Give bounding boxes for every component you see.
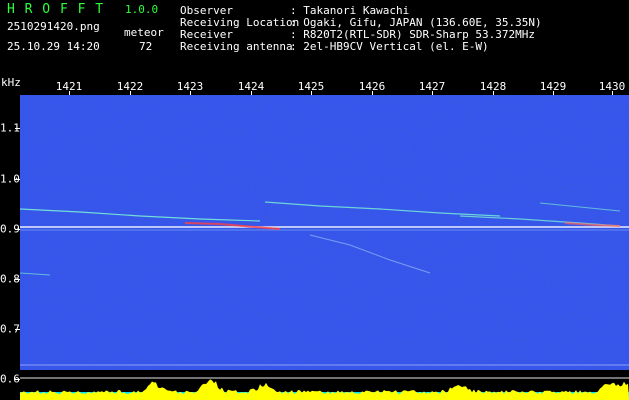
time-axis: 1421 1422 1423 1424 1425 1426 1427 1428 … bbox=[0, 77, 629, 95]
antenna-value: : 2el-HB9CV Vertical (el. E-W) bbox=[290, 40, 489, 53]
meteor-count: 72 bbox=[139, 40, 153, 53]
antenna-label: Receiving antenna bbox=[180, 40, 293, 53]
y-axis-unit: kHz bbox=[1, 76, 21, 89]
meteor-label: meteor bbox=[124, 26, 164, 39]
date-time: 25.10.29 14:20 bbox=[7, 40, 100, 53]
receiver-value: : R820T2(RTL-SDR) SDR-Sharp 53.372MHz bbox=[290, 28, 536, 41]
location-label: Receiving Location bbox=[180, 16, 300, 29]
app-version: 1.0.0 bbox=[125, 3, 159, 16]
file-name: 2510291420.png bbox=[7, 20, 100, 33]
app-title: H R O F F T bbox=[7, 2, 105, 17]
receiver-label: Receiver bbox=[180, 28, 233, 41]
observer-value: : Takanori Kawachi bbox=[290, 4, 410, 17]
noise-texture bbox=[20, 95, 629, 370]
location-value: : Ogaki, Gifu, JAPAN (136.60E, 35.35N) bbox=[290, 16, 542, 29]
signal-strength-band bbox=[20, 370, 629, 400]
spectrogram bbox=[20, 95, 629, 370]
observer-label: Observer bbox=[180, 4, 233, 17]
